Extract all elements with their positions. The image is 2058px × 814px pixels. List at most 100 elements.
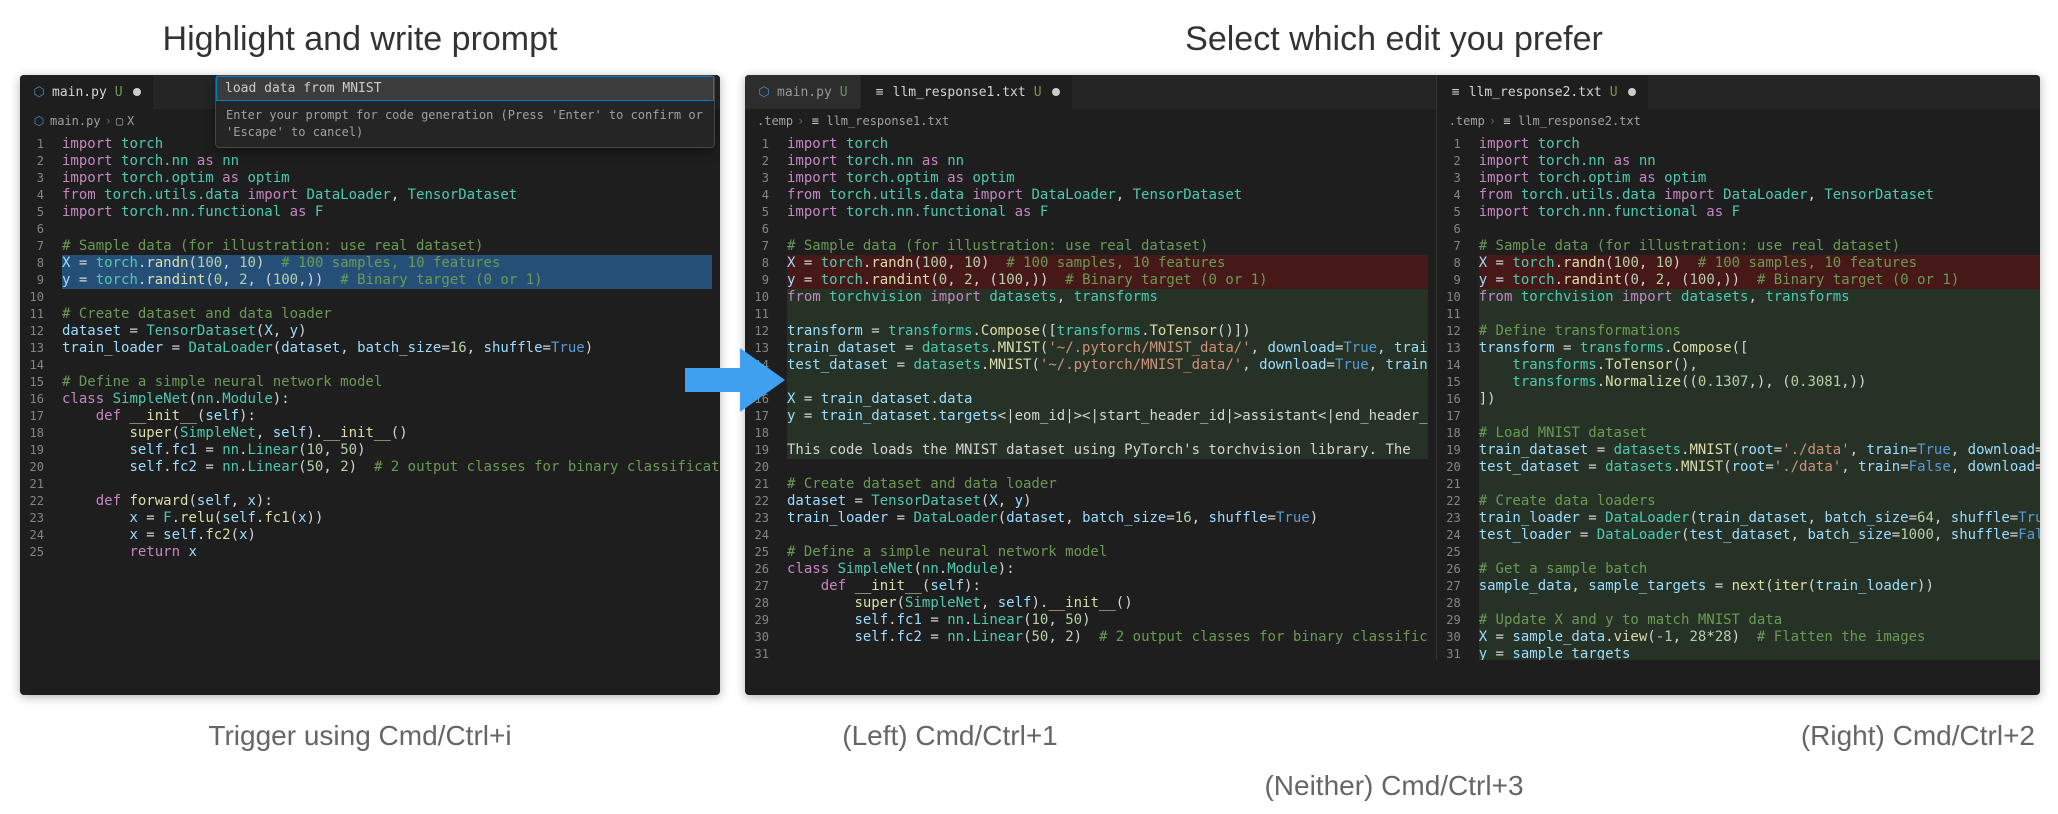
tab-response2[interactable]: ≡ llm_response2.txt U — [1437, 75, 1649, 109]
code-line[interactable]: # Sample data (for illustration: use rea… — [787, 238, 1428, 255]
code-line[interactable]: import torch.nn as nn — [1479, 153, 2040, 170]
code-line[interactable] — [787, 374, 1428, 391]
code-line[interactable]: import torch.nn as nn — [787, 153, 1428, 170]
code-line[interactable] — [787, 306, 1428, 323]
code-line[interactable]: y = torch.randint(0, 2, (100,)) # Binary… — [787, 272, 1428, 289]
code-area[interactable]: 1234567891011121314151617181920212223242… — [1437, 132, 2040, 660]
code-line[interactable] — [787, 221, 1428, 238]
code-line[interactable]: self.fc1 = nn.Linear(10, 50) — [787, 612, 1428, 629]
code-line[interactable]: transform = transforms.Compose([ — [1479, 340, 2040, 357]
code-line[interactable]: return x — [62, 544, 712, 561]
code-line[interactable]: y = sample_targets — [1479, 646, 2040, 660]
code-line[interactable]: import torch.optim as optim — [1479, 170, 2040, 187]
code-line[interactable]: ]) — [1479, 391, 2040, 408]
code-line[interactable] — [62, 221, 712, 238]
code-line[interactable]: test_dataset = datasets.MNIST('~/.pytorc… — [787, 357, 1428, 374]
code-line[interactable]: super(SimpleNet, self).__init__() — [62, 425, 712, 442]
line-number: 5 — [1443, 204, 1461, 221]
code-line[interactable]: import torch.nn.functional as F — [62, 204, 712, 221]
code-line[interactable]: train_loader = DataLoader(dataset, batch… — [787, 510, 1428, 527]
code-line[interactable]: from torch.utils.data import DataLoader,… — [1479, 187, 2040, 204]
code-line[interactable]: X = train_dataset.data — [787, 391, 1428, 408]
code-line[interactable]: transforms.Normalize((0.1307,), (0.3081,… — [1479, 374, 2040, 391]
code-line[interactable]: test_loader = DataLoader(test_dataset, b… — [1479, 527, 2040, 544]
code-line[interactable]: # Update X and y to match MNIST data — [1479, 612, 2040, 629]
code-line[interactable]: train_dataset = datasets.MNIST(root='./d… — [1479, 442, 2040, 459]
code-line[interactable] — [787, 646, 1428, 660]
code-line[interactable]: transform = transforms.Compose([transfor… — [787, 323, 1428, 340]
code-body[interactable]: import torchimport torch.nn as nnimport … — [54, 132, 720, 565]
code-line[interactable]: train_loader = DataLoader(train_dataset,… — [1479, 510, 2040, 527]
code-area[interactable]: 1234567891011121314151617181920212223242… — [745, 132, 1436, 660]
code-line[interactable] — [787, 425, 1428, 442]
code-line[interactable]: from torch.utils.data import DataLoader,… — [787, 187, 1428, 204]
code-line[interactable] — [62, 476, 712, 493]
code-line[interactable] — [1479, 306, 2040, 323]
code-line[interactable]: X = torch.randn(100, 10) # 100 samples, … — [787, 255, 1428, 272]
code-line[interactable] — [62, 357, 712, 374]
code-line[interactable]: import torch — [1479, 136, 2040, 153]
code-line[interactable] — [62, 289, 712, 306]
code-line[interactable]: import torch.nn.functional as F — [1479, 204, 2040, 221]
code-line[interactable]: def __init__(self): — [62, 408, 712, 425]
code-line[interactable]: dataset = TensorDataset(X, y) — [62, 323, 712, 340]
code-line[interactable]: self.fc2 = nn.Linear(50, 2) # 2 output c… — [62, 459, 712, 476]
code-line[interactable]: # Create dataset and data loader — [787, 476, 1428, 493]
code-line[interactable]: import torch.nn as nn — [62, 153, 712, 170]
code-line[interactable] — [1479, 408, 2040, 425]
code-line[interactable]: X = torch.randn(100, 10) # 100 samples, … — [62, 255, 712, 272]
tab-main-py[interactable]: ⬡ main.py U — [745, 75, 861, 109]
code-line[interactable]: dataset = TensorDataset(X, y) — [787, 493, 1428, 510]
code-line[interactable]: X = sample_data.view(-1, 28*28) # Flatte… — [1479, 629, 2040, 646]
code-line[interactable]: train_dataset = datasets.MNIST('~/.pytor… — [787, 340, 1428, 357]
code-line[interactable]: class SimpleNet(nn.Module): — [62, 391, 712, 408]
code-area[interactable]: 1234567891011121314151617181920212223242… — [20, 132, 720, 565]
breadcrumb[interactable]: .temp › ≡ llm_response1.txt — [745, 110, 1436, 132]
code-line[interactable]: sample_data, sample_targets = next(iter(… — [1479, 578, 2040, 595]
code-line[interactable]: This code loads the MNIST dataset using … — [787, 442, 1428, 459]
tab-main-py[interactable]: ⬡ main.py U — [20, 75, 154, 109]
prompt-input[interactable] — [216, 76, 714, 101]
code-line[interactable]: y = torch.randint(0, 2, (100,)) # Binary… — [1479, 272, 2040, 289]
code-line[interactable] — [1479, 544, 2040, 561]
code-line[interactable] — [1479, 221, 2040, 238]
code-line[interactable]: # Define a simple neural network model — [787, 544, 1428, 561]
code-body[interactable]: import torchimport torch.nn as nnimport … — [779, 132, 1436, 660]
code-line[interactable]: # Sample data (for illustration: use rea… — [1479, 238, 2040, 255]
code-line[interactable]: # Get a sample batch — [1479, 561, 2040, 578]
code-line[interactable]: import torch.nn.functional as F — [787, 204, 1428, 221]
code-line[interactable] — [787, 527, 1428, 544]
code-line[interactable]: # Load MNIST dataset — [1479, 425, 2040, 442]
code-line[interactable]: def __init__(self): — [787, 578, 1428, 595]
code-line[interactable] — [1479, 476, 2040, 493]
code-line[interactable]: x = F.relu(self.fc1(x)) — [62, 510, 712, 527]
code-line[interactable]: def forward(self, x): — [62, 493, 712, 510]
code-body[interactable]: import torchimport torch.nn as nnimport … — [1471, 132, 2040, 660]
code-line[interactable]: # Create data loaders — [1479, 493, 2040, 510]
tab-response1[interactable]: ≡ llm_response1.txt U — [861, 75, 1073, 109]
code-line[interactable]: import torch.optim as optim — [62, 170, 712, 187]
code-line[interactable]: import torch — [787, 136, 1428, 153]
code-line[interactable]: from torchvision import datasets, transf… — [787, 289, 1428, 306]
code-line[interactable]: # Sample data (for illustration: use rea… — [62, 238, 712, 255]
code-line[interactable]: test_dataset = datasets.MNIST(root='./da… — [1479, 459, 2040, 476]
code-line[interactable] — [787, 459, 1428, 476]
code-line[interactable]: from torchvision import datasets, transf… — [1479, 289, 2040, 306]
code-line[interactable]: from torch.utils.data import DataLoader,… — [62, 187, 712, 204]
code-line[interactable]: y = torch.randint(0, 2, (100,)) # Binary… — [62, 272, 712, 289]
code-line[interactable]: self.fc1 = nn.Linear(10, 50) — [62, 442, 712, 459]
code-line[interactable]: # Define a simple neural network model — [62, 374, 712, 391]
code-line[interactable] — [1479, 595, 2040, 612]
code-line[interactable]: self.fc2 = nn.Linear(50, 2) # 2 output c… — [787, 629, 1428, 646]
code-line[interactable]: y = train_dataset.targets<|eom_id|><|sta… — [787, 408, 1428, 425]
code-line[interactable]: X = torch.randn(100, 10) # 100 samples, … — [1479, 255, 2040, 272]
code-line[interactable]: class SimpleNet(nn.Module): — [787, 561, 1428, 578]
code-line[interactable]: # Create dataset and data loader — [62, 306, 712, 323]
code-line[interactable]: x = self.fc2(x) — [62, 527, 712, 544]
code-line[interactable]: import torch.optim as optim — [787, 170, 1428, 187]
code-line[interactable]: transforms.ToTensor(), — [1479, 357, 2040, 374]
code-line[interactable]: # Define transformations — [1479, 323, 2040, 340]
code-line[interactable]: train_loader = DataLoader(dataset, batch… — [62, 340, 712, 357]
code-line[interactable]: super(SimpleNet, self).__init__() — [787, 595, 1428, 612]
breadcrumb[interactable]: .temp › ≡ llm_response2.txt — [1437, 110, 2040, 132]
